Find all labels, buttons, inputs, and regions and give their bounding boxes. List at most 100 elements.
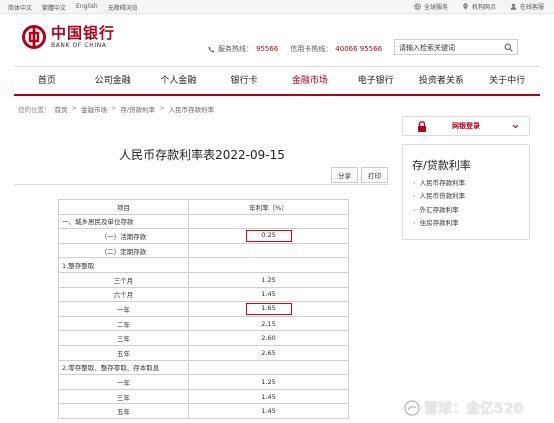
rate-value-cell [188,242,349,259]
language-switcher: 简体中文 繁體中文 English 无障碍浏览 [8,3,138,12]
watermark-text: 雪球：金亿520 [424,401,524,417]
breadcrumb-separator: > [159,104,165,112]
main-nav: 首页 公司金融 个人金融 银行卡 金融市场 电子银行 投资者关系 关于中行 [14,66,540,96]
highlighted-rate-value: 0.25 [245,229,292,242]
rate-value-cell: 2.65 [188,344,349,361]
phone-icon [208,46,215,53]
rate-value-cell: 1.25 [188,271,349,288]
rate-item-cell: 五年 [58,403,189,419]
rate-value-cell: 1.65 [188,301,349,317]
service-hotline-number: 95566 [256,45,279,53]
nav-item-financial-markets[interactable]: 金融市场 [277,67,343,94]
sidebar-item-fx-deposit-rates[interactable]: 外汇存款利率 [413,204,465,217]
branches-label: 机构网点 [471,4,496,11]
page-title: 人民币存款利率表2022-09-15 [119,148,285,162]
logo-english-text: BANK OF CHINA [51,42,107,49]
table-row: 一年 1.25 [58,374,349,390]
sidebar-item-rmb-deposit-rates[interactable]: 人民币存款利率 [413,177,466,190]
rate-item-cell: 2.零存整取、整存零取、存本取息 [58,359,189,376]
rate-value-cell: 1.45 [188,403,349,419]
table-row: 一、城乡居民及单位存款 [58,213,349,230]
nav-item-cards[interactable]: 银行卡 [211,67,277,94]
table-row: （一）活期存款 0.25 [58,228,349,244]
nav-item-home[interactable]: 首页 [14,67,80,94]
chevron-down-icon [512,124,519,129]
breadcrumb-separator: > [110,104,117,112]
search-input[interactable] [399,42,499,53]
sidebar-links: 人民币存款利率 人民币贷款利率 外汇存款利率 住房存款利率 [413,177,466,231]
rate-item-cell: 三个月 [58,271,189,288]
table-row: 二年 2.15 [58,315,349,332]
lang-traditional-chinese[interactable]: 繁體中文 [42,3,66,12]
breadcrumb-rates[interactable]: 存/贷款利率 [120,104,155,114]
branches-link[interactable]: 机构网点 [462,2,496,11]
rate-item-cell: 三年 [58,330,189,346]
search-icon[interactable] [504,43,513,52]
table-row: 2.零存整取、整存零取、存本取息 [58,359,349,376]
lock-icon [418,121,426,132]
rate-value-cell: 1.45 [188,286,349,303]
accessibility-link[interactable]: 无障碍浏览 [108,3,138,12]
rate-value-cell: 1.25 [188,374,349,390]
rate-item-cell: 一年 [58,301,189,317]
breadcrumb-financial-markets[interactable]: 金融市场 [81,104,107,114]
rate-value-cell: 2.60 [188,330,349,346]
print-button[interactable]: 打印 [361,167,388,183]
nav-item-corporate[interactable]: 公司金融 [80,67,146,94]
table-row: 一年 1.65 [58,301,349,317]
nav-item-e-banking[interactable]: 电子银行 [343,67,409,94]
rate-item-cell: 一、城乡居民及单位存款 [58,213,189,230]
table-row: 六个月 1.45 [58,286,349,303]
service-hotline-label: 服务热线： [218,45,253,53]
snowball-logo-icon [404,400,420,416]
highlighted-rate-value: 1.65 [245,302,292,315]
online-banking-login-label: 网银登录 [452,122,480,130]
share-button[interactable]: 分享 [331,167,358,183]
rate-item-cell: （二）定期存款 [58,242,189,259]
table-row: （二）定期存款 [58,242,349,259]
boc-emblem-icon [22,25,46,49]
rate-value-cell: 2.15 [188,315,349,332]
table-row: 三年 1.45 [58,388,349,405]
lang-simplified-chinese[interactable]: 简体中文 [8,3,32,12]
globe-icon [414,3,421,10]
location-pin-icon [463,3,468,10]
nav-item-personal[interactable]: 个人金融 [146,67,212,94]
table-row: 三个月 1.25 [58,271,349,288]
rate-value-cell [188,213,349,230]
column-header-item: 项目 [58,199,189,215]
page-actions: 分享 打印 [331,167,388,183]
sidebar-item-housing-deposit-rates[interactable]: 住房存款利率 [413,217,465,230]
watermark: 雪球：金亿520 [404,398,523,418]
online-support-link[interactable]: 在线客服 [510,2,544,11]
rate-item-cell: 三年 [58,388,189,405]
online-banking-login-button[interactable]: 网银登录 [402,116,530,136]
rate-value-cell: 0.25 [188,228,349,244]
top-utility-bar: 简体中文 繁體中文 English 无障碍浏览 全球服务 机构网点 在线客服 [0,0,554,14]
table-row: 五年 2.65 [58,344,349,361]
table-row: 三年 2.60 [58,330,349,346]
sidebar-item-rmb-loan-rates[interactable]: 人民币贷款利率 [413,190,466,203]
rate-item-cell: 六个月 [58,286,189,303]
boc-logo[interactable]: 中国银行 BANK OF CHINA [22,25,115,49]
card-hotline-number: 40066 95566 [335,45,383,53]
breadcrumb-label: 您的位置： [18,106,51,114]
rate-value-cell: 1.45 [188,388,349,405]
lang-english[interactable]: English [76,3,98,12]
breadcrumb: 您的位置： 首页 > 金融市场 > 存/贷款利率 > 人民币存款利率 [18,104,214,114]
global-services-link[interactable]: 全球服务 [414,2,448,11]
breadcrumb-separator: > [71,104,77,112]
hotlines: 服务热线： 95566 信用卡热线： 40066 95566 [208,44,382,54]
rate-item-cell: 一年 [58,374,189,390]
online-support-label: 在线客服 [519,4,544,11]
rate-value-cell [188,257,349,273]
title-divider [14,184,390,185]
nav-item-about[interactable]: 关于中行 [474,67,540,94]
sidebar-heading: 存/贷款利率 [412,159,471,172]
column-header-rate: 年利率（%） [188,199,349,215]
user-icon [510,3,517,10]
nav-item-investor-relations[interactable]: 投资者关系 [409,67,475,94]
breadcrumb-current[interactable]: 人民币存款利率 [169,104,215,114]
breadcrumb-home[interactable]: 首页 [55,104,68,114]
rate-value-cell [188,359,349,376]
